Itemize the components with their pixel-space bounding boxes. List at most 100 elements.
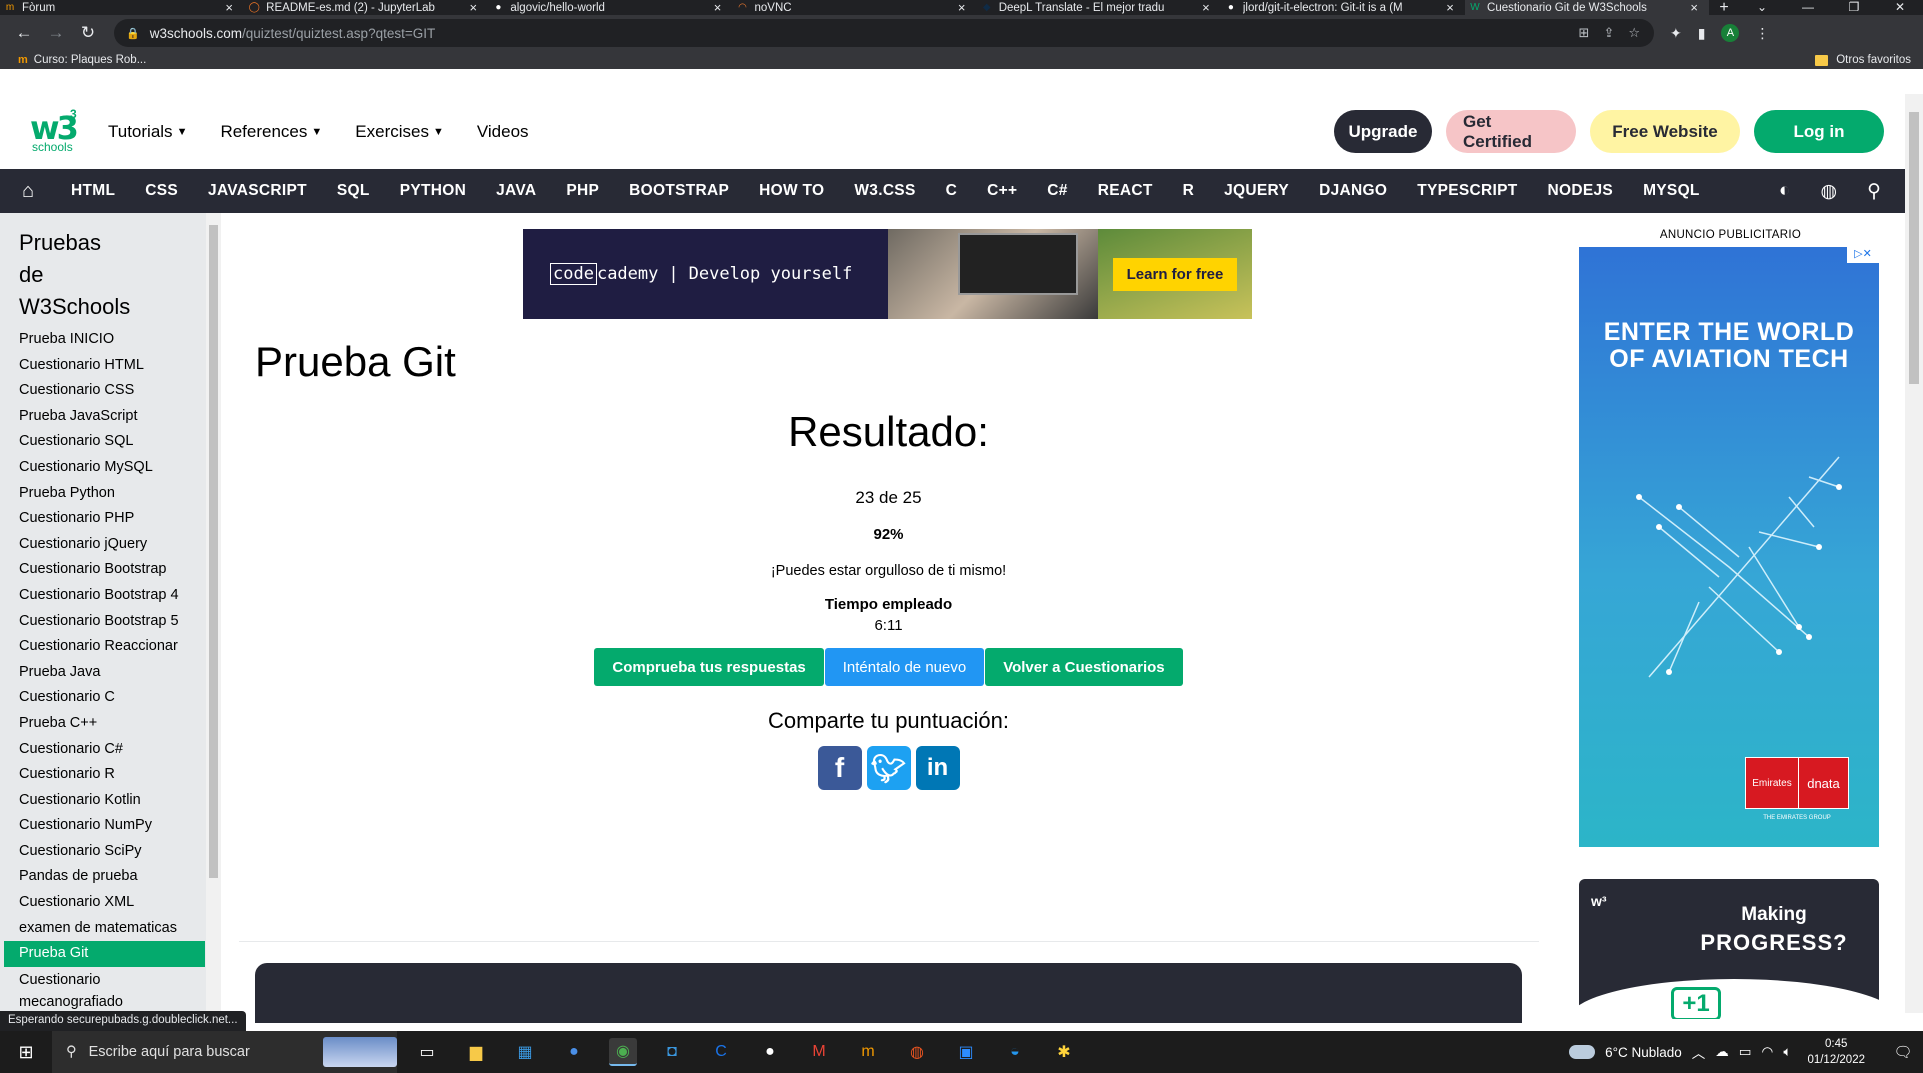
tab-close-icon[interactable]: ×: [1443, 0, 1457, 15]
upgrade-button[interactable]: Upgrade: [1334, 110, 1432, 153]
sidebar-item[interactable]: Cuestionario C#: [0, 737, 221, 763]
zoom-icon[interactable]: ▣: [952, 1038, 980, 1066]
sidebar-item[interactable]: Prueba Java: [0, 660, 221, 686]
subnav-link[interactable]: JAVA: [481, 182, 551, 200]
reload-icon[interactable]: ↻: [72, 19, 104, 47]
free-website-button[interactable]: Free Website: [1590, 110, 1740, 153]
subnav-link[interactable]: NODEJS: [1533, 182, 1629, 200]
sidebar-item[interactable]: Prueba Python: [0, 481, 221, 507]
teams-icon[interactable]: ◘: [658, 1038, 686, 1066]
w3schools-progress-ad[interactable]: w³ Making PROGRESS? +1: [1579, 879, 1879, 1019]
moodle-icon[interactable]: m: [854, 1038, 882, 1066]
sidebar-item[interactable]: Cuestionario C: [0, 685, 221, 711]
subnav-link[interactable]: C#: [1032, 182, 1082, 200]
ubuntu-icon[interactable]: ◍: [903, 1038, 931, 1066]
docker-icon[interactable]: ◒: [1001, 1038, 1029, 1066]
globe-icon[interactable]: ◍: [1820, 180, 1837, 203]
subnav-link[interactable]: HOW TO: [744, 182, 839, 200]
subnav-link[interactable]: C++: [972, 182, 1032, 200]
windows-start-icon[interactable]: ⊞: [0, 1042, 52, 1063]
tab-close-icon[interactable]: ×: [955, 0, 969, 15]
chevron-down-icon[interactable]: ⌄: [1739, 0, 1785, 15]
bookmark-star-icon[interactable]: ☆: [1628, 25, 1640, 41]
subnav-link[interactable]: DJANGO: [1304, 182, 1402, 200]
github-desktop-icon[interactable]: ●: [756, 1038, 784, 1066]
c-app-icon[interactable]: C: [707, 1038, 735, 1066]
tray-chevron-icon[interactable]: ︿: [1692, 1042, 1706, 1062]
subnav-link[interactable]: REACT: [1083, 182, 1168, 200]
clock[interactable]: 0:45 01/12/2022: [1807, 1036, 1865, 1068]
subnav-link[interactable]: HTML: [56, 182, 130, 200]
search-icon[interactable]: ⚲: [1867, 180, 1881, 203]
tray-app-icon[interactable]: ☁: [1715, 1044, 1729, 1060]
browser-tab[interactable]: m Fòrum ×: [0, 0, 244, 15]
topnav-item[interactable]: Exercises ▼: [355, 122, 444, 142]
back-to-quizzes-button[interactable]: Volver a Cuestionarios: [985, 648, 1183, 686]
battery-icon[interactable]: ▭: [1739, 1044, 1752, 1060]
tab-close-icon[interactable]: ×: [466, 0, 480, 15]
w3schools-logo[interactable]: w3 3 schools: [30, 107, 79, 155]
subnav-link[interactable]: MYSQL: [1628, 182, 1715, 200]
chrome-icon[interactable]: ◉: [609, 1038, 637, 1066]
sidebar-item[interactable]: Cuestionario XML: [0, 890, 221, 916]
sidebar-item[interactable]: Cuestionario Kotlin: [0, 788, 221, 814]
sidebar-item[interactable]: Cuestionario Bootstrap 4: [0, 583, 221, 609]
back-arrow-icon[interactable]: ←: [8, 19, 40, 47]
linkedin-icon[interactable]: in: [915, 746, 960, 790]
file-explorer-icon[interactable]: ▆: [462, 1038, 490, 1066]
sidebar-item[interactable]: Cuestionario Bootstrap 5: [0, 609, 221, 635]
taskbar-search[interactable]: ⚲ Escribe aquí para buscar: [52, 1031, 397, 1073]
tab-close-icon[interactable]: ×: [1199, 0, 1213, 15]
codecademy-banner-ad[interactable]: code cademy | Develop yourself Learn for …: [523, 229, 1252, 319]
sidebar-item[interactable]: Cuestionario Bootstrap: [0, 557, 221, 583]
volume-icon[interactable]: 🔈︎: [1783, 1044, 1791, 1060]
tab-close-icon[interactable]: ×: [711, 0, 725, 15]
extensions-puzzle-icon[interactable]: ✦: [1670, 25, 1682, 42]
sidebar-item[interactable]: Cuestionario mecanografiado: [0, 967, 150, 1013]
translate-icon[interactable]: ⊞: [1579, 25, 1590, 41]
weather-text[interactable]: 6°C Nublado: [1605, 1045, 1682, 1060]
restore-icon[interactable]: ❐: [1831, 0, 1877, 15]
subnav-link[interactable]: PYTHON: [385, 182, 481, 200]
sidebar-item[interactable]: Pandas de prueba: [0, 864, 221, 890]
subnav-link[interactable]: BOOTSTRAP: [614, 182, 744, 200]
sidebar-item[interactable]: Cuestionario R: [0, 762, 221, 788]
sidebar-item[interactable]: Prueba JavaScript: [0, 404, 221, 430]
sidebar-item[interactable]: Cuestionario PHP: [0, 506, 221, 532]
dark-mode-toggle-icon[interactable]: ◐: [1779, 180, 1790, 203]
sidebar-item[interactable]: Prueba Git: [4, 941, 205, 967]
minimize-icon[interactable]: —: [1785, 0, 1831, 15]
sidebar-scrollbar[interactable]: [206, 213, 221, 1013]
login-button[interactable]: Log in: [1754, 110, 1884, 153]
address-bar[interactable]: 🔒 w3schools.com /quiztest/quiztest.asp?q…: [114, 19, 1654, 47]
browser-tab[interactable]: ● algovic/hello-world ×: [488, 0, 732, 15]
wifi-icon[interactable]: ◠: [1762, 1044, 1774, 1060]
twitter-icon[interactable]: 🐦︎: [866, 746, 911, 790]
subnav-link[interactable]: W3.CSS: [839, 182, 930, 200]
get-certified-button[interactable]: Get Certified: [1446, 110, 1576, 153]
browser-tab[interactable]: W Cuestionario Git de W3Schools ×: [1465, 0, 1710, 15]
retry-button[interactable]: Inténtalo de nuevo: [824, 648, 985, 686]
close-window-icon[interactable]: ✕: [1877, 0, 1923, 15]
topnav-item[interactable]: References ▼: [220, 122, 322, 142]
sidebar-item[interactable]: Cuestionario CSS: [0, 378, 221, 404]
store-icon[interactable]: ▦: [511, 1038, 539, 1066]
sidebar-item[interactable]: Cuestionario NumPy: [0, 813, 221, 839]
sidebar-item[interactable]: Cuestionario MySQL: [0, 455, 221, 481]
subnav-link[interactable]: CSS: [130, 182, 193, 200]
lock-icon[interactable]: 🔒: [126, 27, 140, 40]
sidebar-item[interactable]: Cuestionario HTML: [0, 353, 221, 379]
home-icon[interactable]: ⌂: [0, 180, 56, 203]
tab-close-icon[interactable]: ×: [222, 0, 236, 15]
bookmark-item[interactable]: m Curso: Plaques Rob...: [18, 54, 146, 66]
sidebar-item[interactable]: Prueba C++: [0, 711, 221, 737]
app-icon-blue[interactable]: ●: [560, 1038, 588, 1066]
sidebar-item[interactable]: Cuestionario SQL: [0, 429, 221, 455]
notifications-icon[interactable]: 🗨︎: [1883, 1043, 1923, 1061]
menu-kebab-icon[interactable]: ⋮: [1755, 25, 1769, 42]
browser-tab[interactable]: ◆ DeepL Translate - El mejor tradu ×: [977, 0, 1221, 15]
share-icon[interactable]: ⇪: [1603, 25, 1614, 41]
adchoices-icon[interactable]: ▷✕: [1847, 247, 1879, 263]
profile-avatar[interactable]: A: [1721, 24, 1740, 42]
topnav-item[interactable]: Tutorials ▼: [108, 122, 187, 142]
